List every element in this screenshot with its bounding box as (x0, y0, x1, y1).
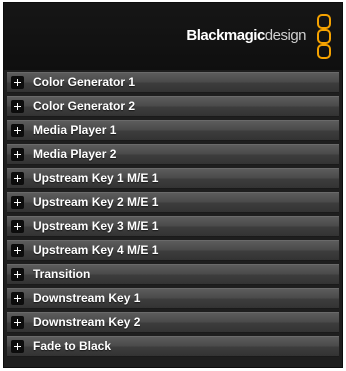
expand-plus-icon[interactable] (11, 148, 24, 161)
expand-plus-icon[interactable] (11, 316, 24, 329)
expand-plus-icon[interactable] (11, 292, 24, 305)
expand-plus-icon[interactable] (11, 172, 24, 185)
section-label: Transition (33, 267, 91, 281)
section-row-upstream-key-3[interactable]: Upstream Key 3 M/E 1 (7, 216, 339, 237)
section-row-transition[interactable]: Transition (7, 264, 339, 285)
brand-wordmark: Blackmagicdesign (186, 27, 306, 44)
section-label: Upstream Key 3 M/E 1 (33, 219, 159, 233)
section-label: Fade to Black (33, 339, 112, 353)
section-label: Color Generator 2 (33, 99, 136, 113)
expand-plus-icon[interactable] (11, 76, 24, 89)
section-label: Media Player 2 (33, 147, 117, 161)
brand-header: Blackmagicdesign (4, 3, 342, 70)
expand-plus-icon[interactable] (11, 220, 24, 233)
expand-plus-icon[interactable] (11, 100, 24, 113)
section-list: Color Generator 1 Color Generator 2 Medi… (7, 72, 339, 360)
section-label: Downstream Key 1 (33, 291, 141, 305)
section-row-upstream-key-2[interactable]: Upstream Key 2 M/E 1 (7, 192, 339, 213)
section-row-upstream-key-4[interactable]: Upstream Key 4 M/E 1 (7, 240, 339, 261)
section-row-fade-to-black[interactable]: Fade to Black (7, 336, 339, 357)
expand-plus-icon[interactable] (11, 196, 24, 209)
section-label: Media Player 1 (33, 123, 117, 137)
section-row-color-generator-2[interactable]: Color Generator 2 (7, 96, 339, 117)
section-row-upstream-key-1[interactable]: Upstream Key 1 M/E 1 (7, 168, 339, 189)
section-row-color-generator-1[interactable]: Color Generator 1 (7, 72, 339, 93)
section-row-media-player-2[interactable]: Media Player 2 (7, 144, 339, 165)
expand-plus-icon[interactable] (11, 124, 24, 137)
expand-plus-icon[interactable] (11, 340, 24, 353)
palette-panel: Blackmagicdesign Color Generator 1 Color… (3, 2, 343, 368)
section-row-downstream-key-1[interactable]: Downstream Key 1 (7, 288, 339, 309)
section-label: Color Generator 1 (33, 75, 136, 89)
blackmagic-logo-icon (317, 14, 331, 59)
section-label: Upstream Key 2 M/E 1 (33, 195, 159, 209)
section-row-media-player-1[interactable]: Media Player 1 (7, 120, 339, 141)
section-label: Upstream Key 4 M/E 1 (33, 243, 159, 257)
section-row-downstream-key-2[interactable]: Downstream Key 2 (7, 312, 339, 333)
section-label: Downstream Key 2 (33, 315, 141, 329)
expand-plus-icon[interactable] (11, 268, 24, 281)
brand-name-light: design (264, 27, 307, 44)
expand-plus-icon[interactable] (11, 244, 24, 257)
section-label: Upstream Key 1 M/E 1 (33, 171, 159, 185)
brand-name-bold: Blackmagic (186, 27, 265, 44)
